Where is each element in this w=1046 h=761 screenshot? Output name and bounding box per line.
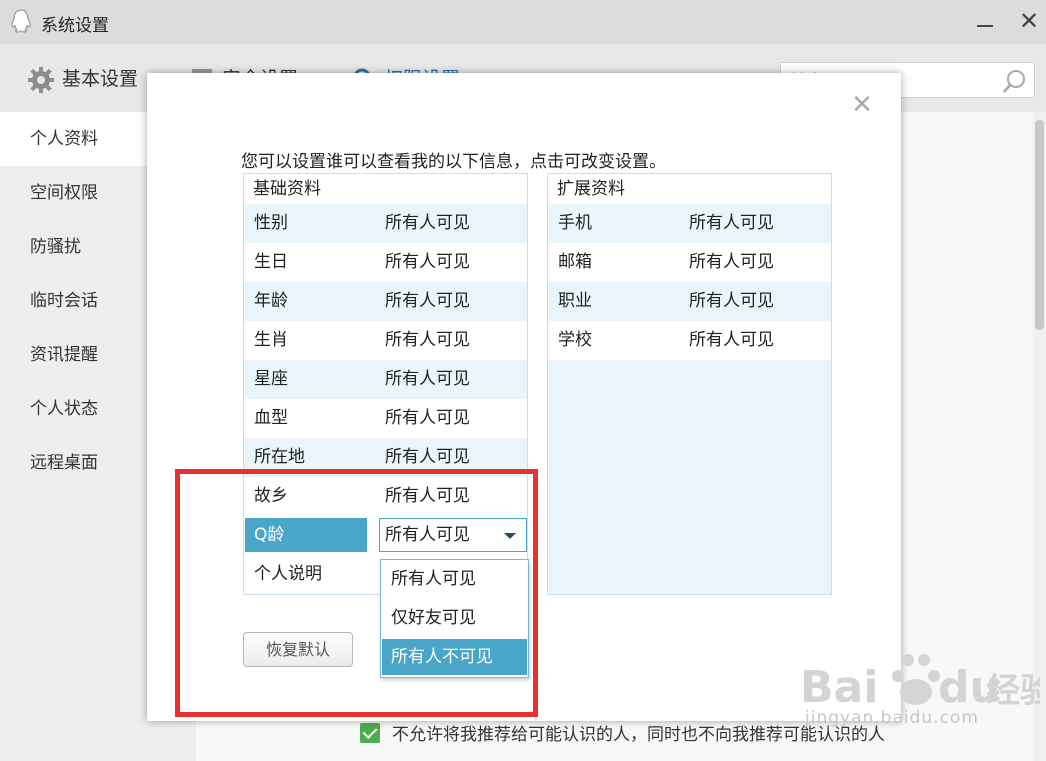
panel-title: 扩展资料 — [548, 174, 831, 204]
watermark-url: jingyan.baidu.com — [805, 708, 979, 728]
qq-penguin-icon — [11, 9, 31, 33]
annotation-highlight — [175, 469, 538, 717]
field-name: 性别 — [254, 213, 288, 233]
list-item[interactable]: 性别 所有人可见 — [244, 204, 527, 243]
list-item[interactable]: 血型 所有人可见 — [244, 399, 527, 438]
field-visibility[interactable]: 所有人可见 — [385, 399, 470, 438]
minimize-button[interactable] — [975, 12, 995, 32]
field-visibility[interactable]: 所有人可见 — [689, 282, 774, 321]
list-item[interactable]: 年龄 所有人可见 — [244, 282, 527, 321]
field-name: 年龄 — [254, 291, 288, 311]
field-name: 学校 — [558, 330, 592, 350]
scroll-thumb[interactable] — [1035, 120, 1044, 330]
field-name: 星座 — [254, 369, 288, 389]
field-name: 生肖 — [254, 330, 288, 350]
list-item[interactable]: 职业 所有人可见 — [548, 282, 831, 321]
list-item[interactable]: 邮箱 所有人可见 — [548, 243, 831, 282]
field-name: 邮箱 — [558, 252, 592, 272]
field-visibility[interactable]: 所有人可见 — [689, 321, 774, 360]
field-name: 生日 — [254, 252, 288, 272]
title-bar: 系统设置 ✕ — [0, 0, 1046, 44]
field-visibility[interactable]: 所有人可见 — [689, 204, 774, 243]
list-item[interactable]: 生日 所有人可见 — [244, 243, 527, 282]
field-visibility[interactable]: 所有人可见 — [385, 243, 470, 282]
list-item[interactable]: 生肖 所有人可见 — [244, 321, 527, 360]
list-item[interactable]: 星座 所有人可见 — [244, 360, 527, 399]
tab-basic-settings[interactable]: 基本设置 — [28, 64, 138, 93]
list-item[interactable]: 手机 所有人可见 — [548, 204, 831, 243]
field-name: 手机 — [558, 213, 592, 233]
field-name: 血型 — [254, 408, 288, 428]
field-visibility[interactable]: 所有人可见 — [689, 243, 774, 282]
close-window-button[interactable]: ✕ — [1018, 9, 1040, 33]
svg-text:经验: 经验 — [986, 671, 1040, 711]
extended-info-panel: 扩展资料 手机 所有人可见 邮箱 所有人可见 职业 所有人可见 学校 所有人可见 — [547, 173, 832, 595]
field-visibility[interactable]: 所有人可见 — [385, 321, 470, 360]
list-item[interactable]: 学校 所有人可见 — [548, 321, 831, 360]
field-visibility[interactable]: 所有人可见 — [385, 204, 470, 243]
close-icon[interactable]: ✕ — [850, 92, 874, 118]
field-name: 职业 — [558, 291, 592, 311]
panel-title: 基础资料 — [244, 174, 527, 204]
field-visibility[interactable]: 所有人可见 — [385, 282, 470, 321]
tab-label: 基本设置 — [62, 68, 139, 90]
svg-text:Bai: Bai — [800, 662, 878, 713]
dialog-hint: 您可以设置谁可以查看我的以下信息，点击可改变设置。 — [241, 152, 666, 172]
field-visibility[interactable]: 所有人可见 — [385, 360, 470, 399]
window-title: 系统设置 — [41, 16, 109, 36]
baidu-jingyan-watermark: Bai du 经验 — [800, 654, 1040, 713]
checkbox-checked[interactable] — [360, 723, 380, 743]
gear-icon — [28, 66, 54, 93]
search-icon[interactable] — [1002, 68, 1028, 94]
